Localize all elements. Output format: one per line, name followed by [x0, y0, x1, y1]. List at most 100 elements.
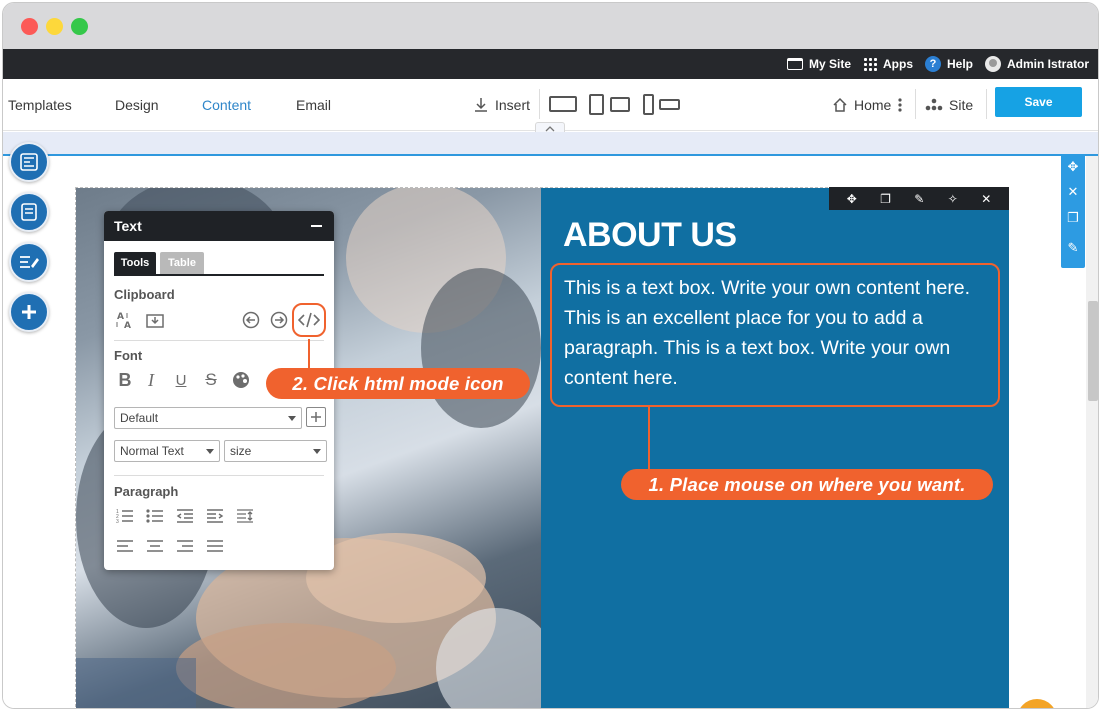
editable-text-box[interactable]: This is a text box. Write your own conte… — [550, 263, 1000, 407]
canvas-top-strip — [3, 132, 1098, 156]
tab-design[interactable]: Design — [115, 79, 159, 131]
home-label: Home — [854, 97, 892, 113]
move-icon[interactable]: ✥ — [1065, 159, 1081, 175]
color-palette-icon[interactable] — [230, 369, 252, 391]
apps-link[interactable]: Apps — [864, 49, 913, 79]
edit-lines-icon — [20, 256, 39, 268]
tablet-portrait-icon[interactable] — [589, 94, 604, 115]
add-font-icon[interactable] — [306, 407, 326, 427]
dropdown-caret-icon — [206, 449, 214, 454]
magic-wand-icon[interactable]: ✧ — [948, 192, 958, 206]
tab-underline — [114, 274, 324, 276]
scrollbar-thumb[interactable] — [1088, 301, 1098, 401]
help-link[interactable]: ? Help — [925, 49, 973, 79]
font-label: Font — [114, 348, 143, 363]
apps-grid-icon — [864, 57, 877, 71]
tab-templates[interactable]: Templates — [8, 79, 72, 131]
dropdown-caret-icon — [313, 449, 321, 454]
numbered-list-icon[interactable]: 123 — [114, 505, 136, 527]
my-site-label: My Site — [809, 57, 852, 71]
desktop-view-icon[interactable] — [549, 96, 577, 112]
browser-window-icon — [787, 58, 803, 70]
help-icon: ? — [925, 56, 941, 72]
strikethrough-icon[interactable]: S — [200, 369, 222, 391]
phone-portrait-icon[interactable] — [643, 94, 654, 115]
underline-icon[interactable]: U — [170, 369, 192, 391]
minimize-panel-icon[interactable] — [311, 225, 322, 227]
minimize-window-button[interactable] — [46, 18, 63, 35]
user-name: Admin Istrator — [1007, 57, 1090, 71]
copy-icon[interactable]: ❐ — [1065, 210, 1081, 226]
indent-icon[interactable] — [204, 505, 226, 527]
sitemap-icon — [925, 98, 943, 111]
text-panel-title: Text — [114, 218, 142, 234]
tab-tools[interactable]: Tools — [114, 252, 156, 274]
redo-icon[interactable] — [268, 309, 290, 331]
browser-window: My Site Apps ? Help Admin Istrator Templ… — [2, 2, 1099, 709]
edit-icon[interactable]: ✎ — [1065, 240, 1081, 256]
tab-content[interactable]: Content — [202, 79, 251, 131]
section-heading: ABOUT US — [563, 216, 737, 254]
avatar-icon — [985, 56, 1001, 72]
panel-divider — [114, 340, 324, 341]
edit-icon[interactable]: ✎ — [914, 192, 924, 206]
maximize-window-button[interactable] — [71, 18, 88, 35]
callout-1-connector — [648, 406, 650, 470]
font-family-select[interactable]: Default — [114, 407, 302, 429]
sections-icon — [21, 203, 37, 221]
align-left-icon[interactable] — [114, 535, 136, 557]
text-style-value: Normal Text — [120, 444, 184, 458]
chevron-up-icon — [545, 125, 555, 131]
admin-bar: My Site Apps ? Help Admin Istrator — [3, 49, 1098, 79]
insert-label: Insert — [495, 97, 531, 113]
move-icon[interactable]: ✥ — [847, 192, 857, 206]
home-icon — [833, 97, 847, 112]
vertical-scrollbar[interactable] — [1086, 156, 1098, 708]
help-label: Help — [947, 57, 974, 71]
svg-text:3: 3 — [116, 519, 119, 524]
outdent-icon[interactable] — [174, 505, 196, 527]
close-icon[interactable]: ✕ — [981, 192, 991, 206]
my-site-link[interactable]: My Site — [787, 49, 851, 79]
download-insert-icon — [475, 98, 487, 112]
text-panel-header: Text — [104, 211, 334, 241]
insert-button[interactable]: Insert — [473, 79, 530, 131]
line-height-icon[interactable] — [234, 505, 256, 527]
user-menu[interactable]: Admin Istrator — [985, 49, 1089, 79]
save-button[interactable]: Save — [995, 87, 1082, 117]
sections-panel-button[interactable] — [9, 192, 49, 232]
about-content-column: ABOUT US This is a text box. Write your … — [541, 188, 1009, 708]
tab-email[interactable]: Email — [296, 79, 331, 131]
site-menu[interactable]: Site — [925, 79, 973, 131]
align-justify-icon[interactable] — [204, 535, 226, 557]
apps-label: Apps — [883, 57, 913, 71]
add-element-button[interactable] — [9, 292, 49, 332]
callout-step-1: 1. Place mouse on where you want. — [621, 469, 993, 500]
callout-2-connector — [308, 339, 310, 369]
dropdown-caret-icon — [288, 416, 296, 421]
bullet-list-icon[interactable] — [144, 505, 166, 527]
edit-content-button[interactable] — [9, 242, 49, 282]
toolbar-divider — [915, 89, 916, 119]
italic-icon[interactable]: I — [140, 369, 162, 391]
phone-landscape-icon[interactable] — [659, 99, 680, 110]
tab-table[interactable]: Table — [160, 252, 204, 274]
close-icon[interactable]: ✕ — [1065, 184, 1081, 200]
undo-icon[interactable] — [240, 309, 262, 331]
align-right-icon[interactable] — [174, 535, 196, 557]
more-vertical-icon[interactable] — [897, 98, 903, 112]
align-center-icon[interactable] — [144, 535, 166, 557]
panel-divider — [114, 475, 324, 476]
change-case-icon[interactable]: AA — [114, 309, 136, 331]
bold-icon[interactable]: B — [114, 369, 136, 391]
paste-icon[interactable] — [144, 309, 166, 331]
layout-panel-button[interactable] — [9, 142, 49, 182]
font-size-select[interactable]: size — [224, 440, 327, 462]
tablet-landscape-icon[interactable] — [610, 97, 630, 112]
font-family-value: Default — [120, 411, 159, 425]
html-mode-icon[interactable] — [297, 308, 321, 332]
home-page-selector[interactable]: Home — [832, 79, 903, 131]
text-style-select[interactable]: Normal Text — [114, 440, 220, 462]
close-window-button[interactable] — [21, 18, 38, 35]
copy-icon[interactable]: ❐ — [880, 192, 891, 206]
